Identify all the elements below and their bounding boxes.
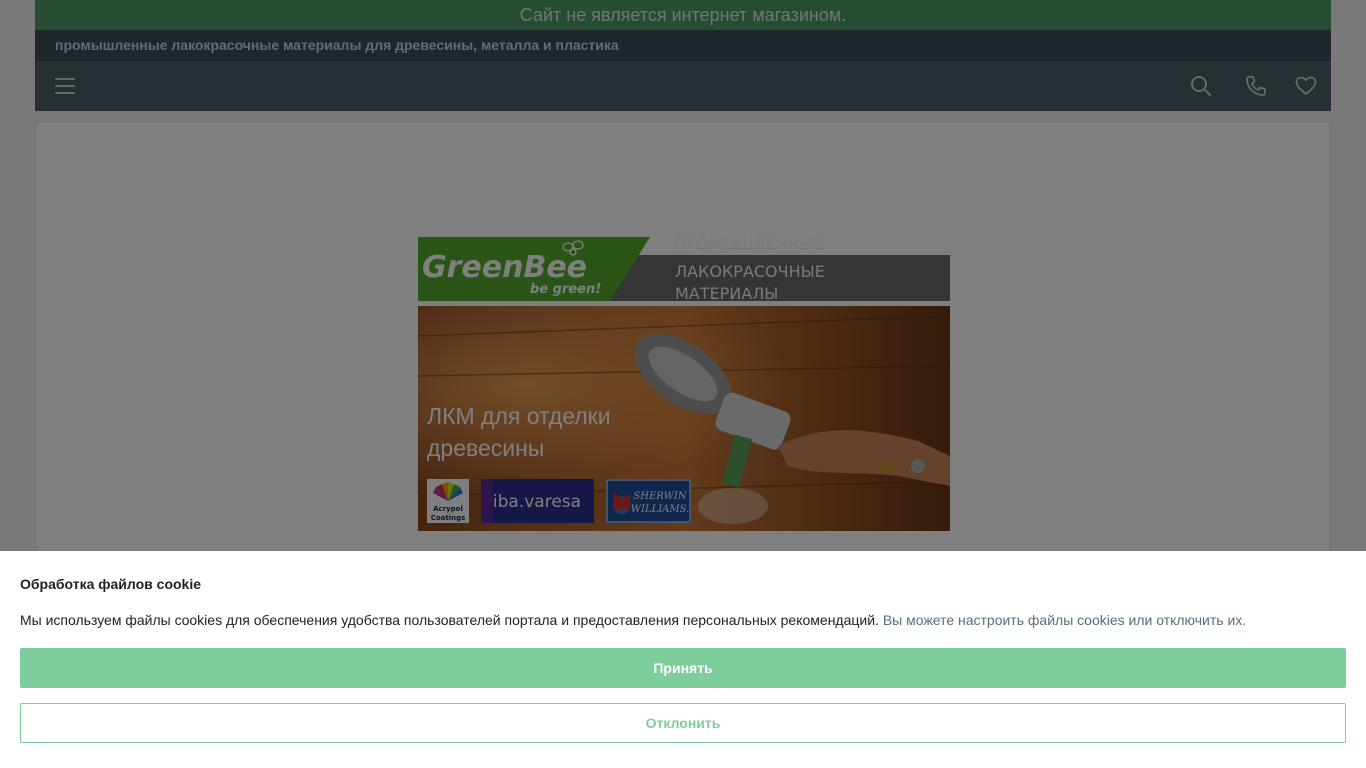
cookie-settings-link[interactable]: Вы можете настроить файлы cookies или от… [883,612,1246,628]
cookie-title: Обработка файлов cookie [20,576,202,592]
decline-cookies-button[interactable]: Отклонить [20,703,1346,743]
cookie-description: Мы используем файлы cookies для обеспече… [20,612,879,628]
accept-cookies-button[interactable]: Принять [20,648,1346,688]
cookie-text: Мы используем файлы cookies для обеспече… [20,612,1246,628]
cookie-banner: Обработка файлов cookie Мы используем фа… [0,551,1366,768]
